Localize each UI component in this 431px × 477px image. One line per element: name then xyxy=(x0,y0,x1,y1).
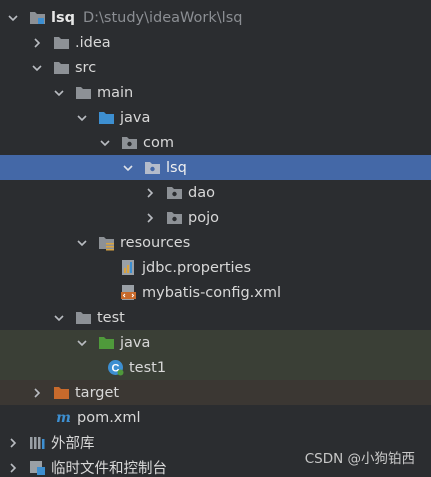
chevron-down-icon[interactable] xyxy=(75,236,89,250)
tree-item-root[interactable]: lsq D:\study\ideaWork\lsq xyxy=(0,5,431,30)
root-path: D:\study\ideaWork\lsq xyxy=(82,9,243,26)
chevron-down-icon[interactable] xyxy=(75,336,89,350)
chevron-down-icon[interactable] xyxy=(121,161,135,175)
package-icon xyxy=(143,159,161,177)
com-label: com xyxy=(143,134,174,151)
resources-label: resources xyxy=(120,234,191,251)
target-label: target xyxy=(75,384,120,401)
tree-item-idea[interactable]: .idea xyxy=(0,30,431,55)
root-label: lsq xyxy=(51,9,75,26)
tree-item-pom[interactable]: m pom.xml xyxy=(0,405,431,430)
svg-text:m: m xyxy=(56,410,71,426)
maven-icon: m xyxy=(54,409,72,427)
tree-item-mybatis-config[interactable]: mybatis-config.xml xyxy=(0,280,431,305)
test-label: test xyxy=(97,309,125,326)
tree-item-target[interactable]: target xyxy=(0,380,431,405)
tree-item-resources[interactable]: resources xyxy=(0,230,431,255)
chevron-right-icon[interactable] xyxy=(6,461,20,475)
test1-label: test1 xyxy=(129,359,167,376)
chevron-down-icon[interactable] xyxy=(30,61,44,75)
pom-label: pom.xml xyxy=(77,409,141,426)
idea-label: .idea xyxy=(75,34,111,51)
chevron-down-icon[interactable] xyxy=(98,136,112,150)
pojo-label: pojo xyxy=(188,209,219,226)
resources-folder-icon xyxy=(97,234,115,252)
excluded-folder-icon xyxy=(52,384,70,402)
properties-file-icon xyxy=(119,259,137,277)
tree-item-java[interactable]: java xyxy=(0,105,431,130)
tree-item-test1[interactable]: C test1 xyxy=(0,355,431,380)
folder-icon xyxy=(74,309,92,327)
library-icon xyxy=(28,434,46,452)
folder-icon xyxy=(52,59,70,77)
chevron-right-icon[interactable] xyxy=(30,386,44,400)
chevron-down-icon[interactable] xyxy=(52,311,66,325)
chevron-right-icon[interactable] xyxy=(143,211,157,225)
tree-item-pojo[interactable]: pojo xyxy=(0,205,431,230)
chevron-down-icon[interactable] xyxy=(52,86,66,100)
xml-file-icon xyxy=(119,284,137,302)
chevron-right-icon[interactable] xyxy=(30,36,44,50)
chevron-right-icon[interactable] xyxy=(143,186,157,200)
chevron-down-icon[interactable] xyxy=(6,11,20,25)
main-label: main xyxy=(97,84,134,101)
source-folder-icon xyxy=(97,109,115,127)
test-java-label: java xyxy=(120,334,151,351)
java-label: java xyxy=(120,109,151,126)
tree-item-jdbc-properties[interactable]: jdbc.properties xyxy=(0,255,431,280)
package-icon xyxy=(120,134,138,152)
watermark-text: CSDN @小狗铂西 xyxy=(304,451,415,467)
chevron-right-icon[interactable] xyxy=(6,436,20,450)
module-folder-icon xyxy=(28,9,46,27)
mybatis-config-label: mybatis-config.xml xyxy=(142,284,282,301)
src-label: src xyxy=(75,59,97,76)
tree-item-com[interactable]: com xyxy=(0,130,431,155)
lsq-package-label: lsq xyxy=(166,159,187,176)
package-icon xyxy=(165,184,183,202)
scratches-icon xyxy=(28,459,46,477)
scratches-label: 临时文件和控制台 xyxy=(51,461,167,477)
chevron-down-icon[interactable] xyxy=(75,111,89,125)
tree-item-dao[interactable]: dao xyxy=(0,180,431,205)
jdbc-properties-label: jdbc.properties xyxy=(142,259,252,276)
tree-item-src[interactable]: src xyxy=(0,55,431,80)
tree-item-test[interactable]: test xyxy=(0,305,431,330)
class-icon: C xyxy=(106,359,124,377)
test-folder-icon xyxy=(97,334,115,352)
tree-item-lsq-package[interactable]: lsq xyxy=(0,155,431,180)
package-icon xyxy=(165,209,183,227)
external-libraries-label: 外部库 xyxy=(51,436,95,452)
folder-icon xyxy=(74,84,92,102)
folder-icon xyxy=(52,34,70,52)
tree-item-test-java[interactable]: java xyxy=(0,330,431,355)
tree-item-main[interactable]: main xyxy=(0,80,431,105)
dao-label: dao xyxy=(188,184,215,201)
